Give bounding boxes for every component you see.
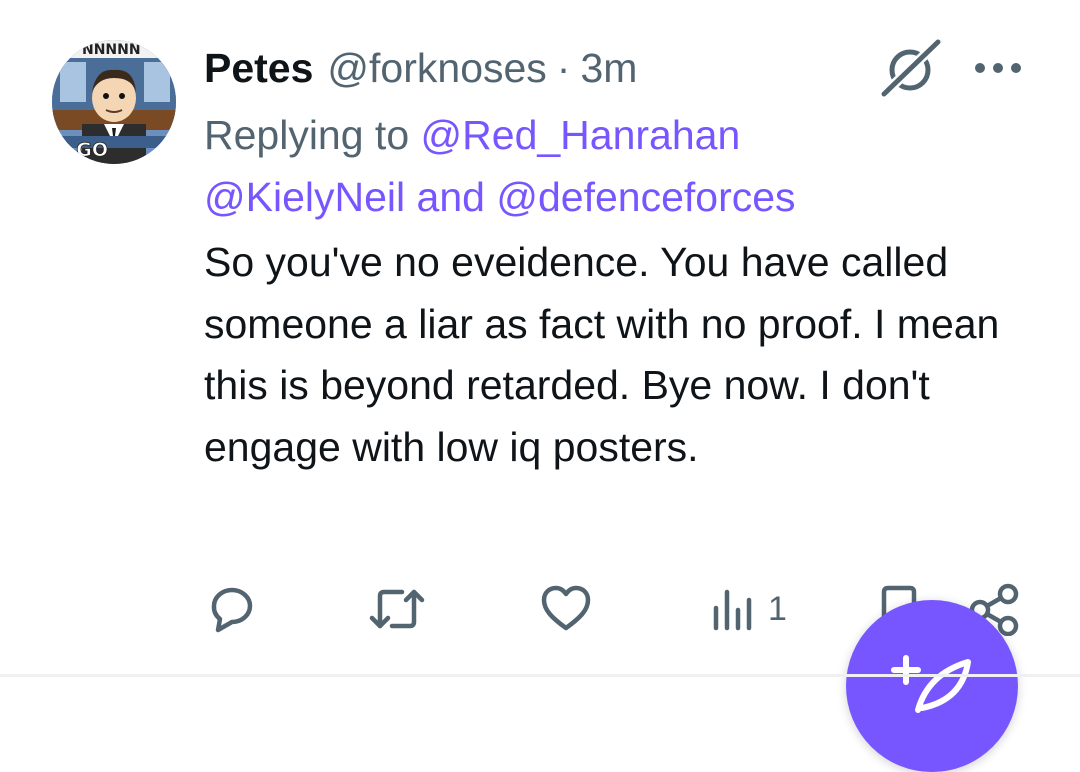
views-icon [713, 589, 752, 631]
reply-button[interactable] [204, 582, 260, 636]
grok-icon[interactable] [878, 36, 943, 100]
replying-prefix: Replying to [204, 112, 410, 158]
retweet-icon [369, 589, 425, 629]
avatar-banner-text: NNNNN [82, 42, 141, 58]
like-icon [541, 585, 591, 631]
views-count: 1 [768, 589, 787, 628]
avatar-bottom-text: S GO [56, 139, 108, 161]
retweet-button[interactable] [366, 582, 428, 636]
tweet-time[interactable]: 3m [580, 45, 637, 92]
mention-defenceforces[interactable]: @defenceforces [496, 174, 795, 220]
user-handle[interactable]: @forknoses [327, 45, 546, 92]
reply-icon [211, 587, 253, 633]
compose-button[interactable] [846, 600, 1018, 772]
views-button[interactable]: 1 [708, 582, 787, 636]
mention-joiner: and [416, 174, 485, 220]
tweet-header: Petes @forknoses · 3m [204, 40, 637, 96]
like-button[interactable] [538, 582, 594, 636]
mention-red-hanrahan[interactable]: @Red_Hanrahan [421, 112, 741, 158]
avatar-image: NNNNN S GO [52, 40, 176, 164]
avatar[interactable]: NNNNN S GO [52, 40, 176, 164]
header-separator: · [556, 44, 571, 91]
tweet-body: So you've no eveidence. You have called … [204, 239, 1000, 470]
mention-kielyneil[interactable]: @KielyNeil [204, 174, 405, 220]
replying-to: Replying to @Red_Hanrahan @KielyNeil and… [204, 104, 1044, 228]
more-icon[interactable] [970, 52, 1026, 84]
compose-icon [891, 655, 971, 713]
display-name[interactable]: Petes [204, 45, 313, 92]
